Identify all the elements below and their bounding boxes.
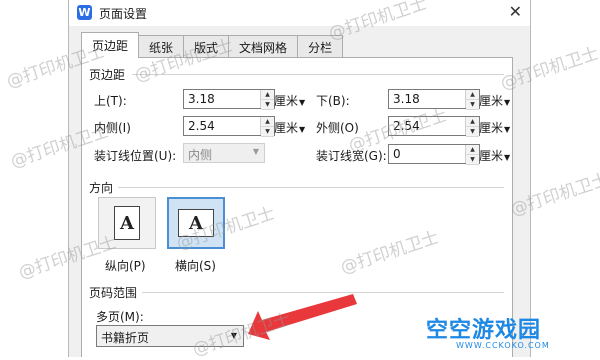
spin-down-icon[interactable]: ▼ xyxy=(261,127,274,137)
top-margin-label: 上(T): xyxy=(94,94,127,108)
brand-site: WWW.CCKOKO.COM xyxy=(456,341,550,350)
top-margin-spinner[interactable]: 3.18 ▲ ▼ xyxy=(183,89,275,110)
unit-label: 厘米 xyxy=(274,121,299,135)
close-button[interactable]: ✕ xyxy=(509,2,522,21)
chevron-down-icon: ▼ xyxy=(230,331,237,340)
chevron-down-icon: ▼ xyxy=(504,125,511,134)
section-divider xyxy=(132,74,504,75)
spin-up-icon[interactable]: ▲ xyxy=(261,90,274,100)
portrait-button[interactable]: A xyxy=(98,197,156,249)
dialog-title: 页面设置 xyxy=(99,7,148,21)
outside-margin-unit[interactable]: 厘米▼ xyxy=(479,119,510,136)
inside-margin-label: 内侧(I) xyxy=(94,121,131,135)
gutter-width-value: 0 xyxy=(393,147,401,161)
bottom-margin-unit[interactable]: 厘米▼ xyxy=(479,92,510,109)
section-divider xyxy=(142,292,504,293)
unit-label: 厘米 xyxy=(479,121,504,135)
gutter-width-spinner[interactable]: 0 ▲ ▼ xyxy=(388,144,480,165)
inside-margin-unit[interactable]: 厘米▼ xyxy=(274,119,305,136)
gutter-position-select: 内侧 ▼ xyxy=(183,143,265,163)
title-bar: W 页面设置 ✕ xyxy=(69,0,530,26)
inside-margin-spinner[interactable]: 2.54 ▲ ▼ xyxy=(183,116,275,137)
unit-label: 厘米 xyxy=(479,149,504,163)
multiple-pages-label: 多页(M): xyxy=(96,310,144,324)
landscape-page-icon: A xyxy=(178,209,214,237)
gutter-position-value: 内侧 xyxy=(188,148,213,162)
spin-up-icon[interactable]: ▲ xyxy=(466,145,479,155)
chevron-down-icon: ▼ xyxy=(504,153,511,162)
outside-margin-label: 外侧(O) xyxy=(316,121,359,135)
portrait-page-icon: A xyxy=(114,206,140,240)
spin-down-icon[interactable]: ▼ xyxy=(466,100,479,110)
spin-down-icon[interactable]: ▼ xyxy=(466,127,479,137)
gutter-position-label: 装订线位置(U): xyxy=(94,149,177,163)
pages-section-title: 页码范围 xyxy=(89,286,138,300)
site-logo: 空空游戏园 WWW.CCKOKO.COM xyxy=(426,312,594,354)
inside-margin-value: 2.54 xyxy=(188,119,215,133)
top-margin-unit[interactable]: 厘米▼ xyxy=(274,92,305,109)
landscape-label: 横向(S) xyxy=(175,259,216,273)
unit-label: 厘米 xyxy=(479,94,504,108)
section-divider xyxy=(118,187,504,188)
chevron-down-icon: ▼ xyxy=(252,147,259,156)
bottom-margin-value: 3.18 xyxy=(393,92,420,106)
tab-layout[interactable]: 版式 xyxy=(183,35,230,58)
spin-up-icon[interactable]: ▲ xyxy=(466,117,479,127)
brand-name: 空空游戏园 xyxy=(426,318,542,343)
top-margin-value: 3.18 xyxy=(188,92,215,106)
orientation-section-title: 方向 xyxy=(89,181,114,195)
unit-label: 厘米 xyxy=(274,94,299,108)
gutter-width-label: 装订线宽(G): xyxy=(316,149,387,163)
landscape-button[interactable]: A xyxy=(167,197,225,249)
bottom-margin-label: 下(B): xyxy=(316,94,350,108)
chevron-down-icon: ▼ xyxy=(299,98,306,107)
spin-down-icon[interactable]: ▼ xyxy=(261,100,274,110)
margins-section-title: 页边距 xyxy=(89,68,126,82)
tab-margins[interactable]: 页边距 xyxy=(81,32,140,58)
multiple-pages-value: 书籍折页 xyxy=(101,331,150,345)
tab-document-grid[interactable]: 文档网格 xyxy=(228,35,299,58)
tab-columns[interactable]: 分栏 xyxy=(297,35,344,58)
gutter-width-unit[interactable]: 厘米▼ xyxy=(479,147,510,164)
chevron-down-icon: ▼ xyxy=(299,125,306,134)
portrait-label: 纵向(P) xyxy=(105,259,146,273)
wps-writer-icon: W xyxy=(77,5,92,20)
chevron-down-icon: ▼ xyxy=(504,98,511,107)
bottom-margin-spinner[interactable]: 3.18 ▲ ▼ xyxy=(388,89,480,110)
multiple-pages-select[interactable]: 书籍折页 ▼ xyxy=(96,325,244,347)
outside-margin-spinner[interactable]: 2.54 ▲ ▼ xyxy=(388,116,480,137)
spin-up-icon[interactable]: ▲ xyxy=(261,117,274,127)
page-setup-dialog: W 页面设置 ✕ 页边距 纸张 版式 文档网格 分栏 页边距 上(T): 3.1… xyxy=(68,0,531,357)
tab-strip: 页边距 纸张 版式 文档网格 分栏 xyxy=(81,32,344,58)
spin-down-icon[interactable]: ▼ xyxy=(466,155,479,165)
outside-margin-value: 2.54 xyxy=(393,119,420,133)
spin-up-icon[interactable]: ▲ xyxy=(466,90,479,100)
tab-paper[interactable]: 纸张 xyxy=(138,35,185,58)
